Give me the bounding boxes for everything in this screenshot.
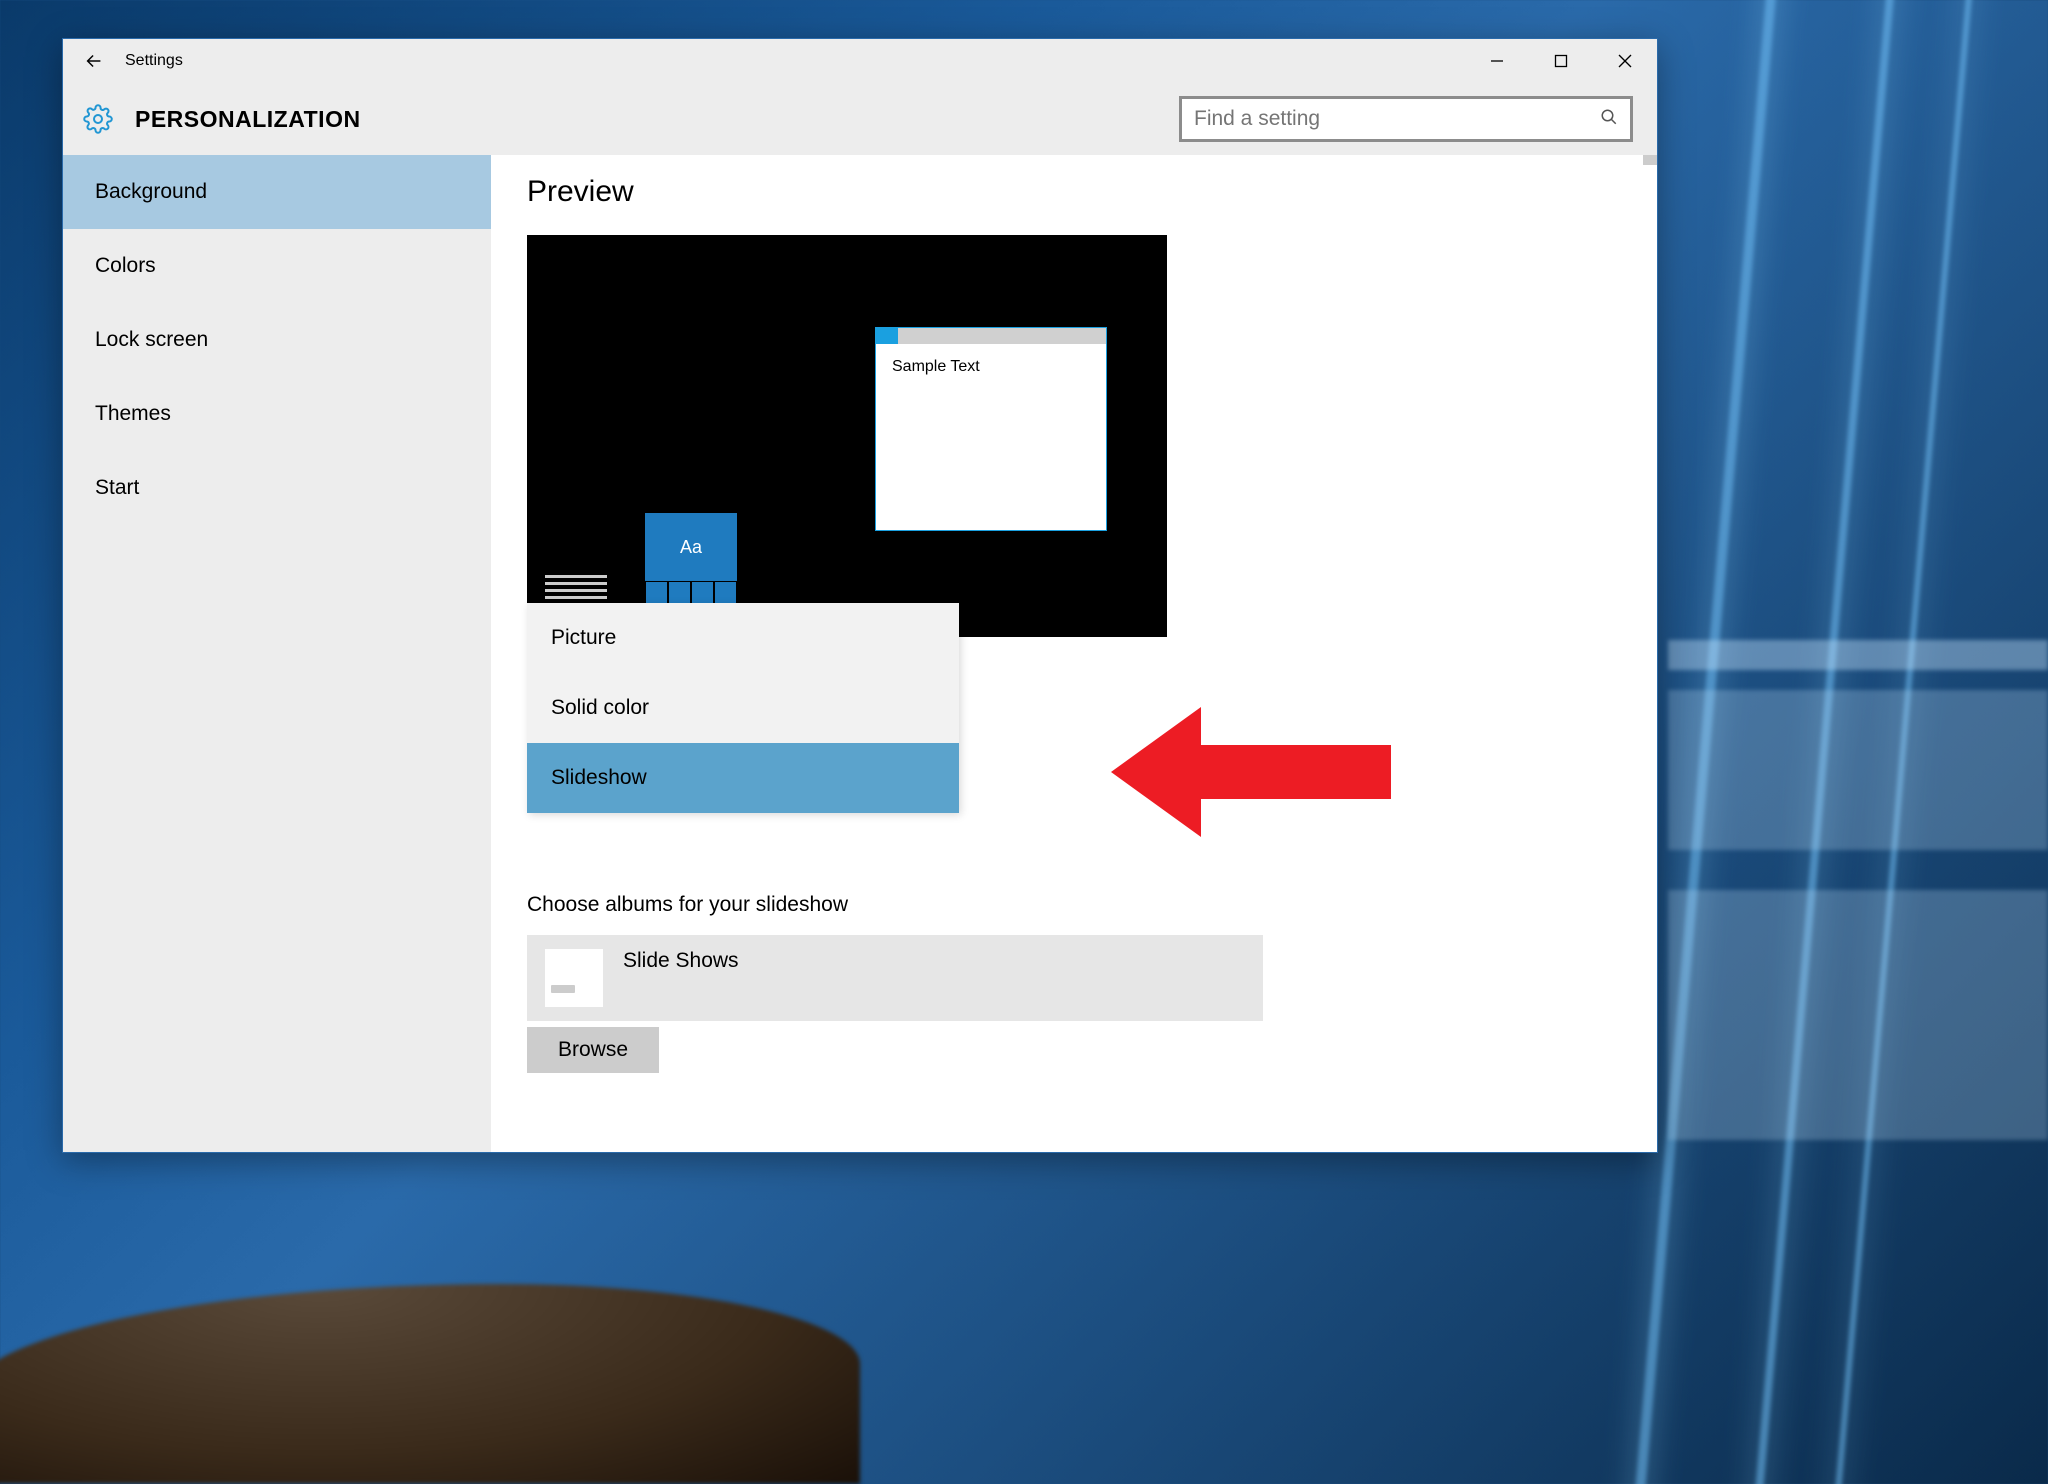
desktop-preview: Aa Sample Text <box>527 235 1167 637</box>
wallpaper-rock <box>0 1284 860 1484</box>
preview-heading: Preview <box>527 175 1621 209</box>
sidebar-item-start[interactable]: Start <box>63 451 491 525</box>
sidebar-item-themes[interactable]: Themes <box>63 377 491 451</box>
wallpaper-shelf <box>1668 690 2048 850</box>
search-input[interactable] <box>1194 107 1600 131</box>
option-label: Picture <box>551 626 616 650</box>
content-pane: Preview Aa Sample Text Picture <box>491 155 1657 1152</box>
header: PERSONALIZATION <box>63 83 1657 155</box>
browse-button[interactable]: Browse <box>527 1027 659 1073</box>
minimize-button[interactable] <box>1465 39 1529 83</box>
button-label: Browse <box>558 1038 628 1061</box>
close-button[interactable] <box>1593 39 1657 83</box>
dropdown-option-picture[interactable]: Picture <box>527 603 959 673</box>
dropdown-option-slideshow[interactable]: Slideshow <box>527 743 959 813</box>
option-label: Solid color <box>551 696 649 720</box>
sidebar-item-label: Background <box>95 180 207 204</box>
annotation-arrow-icon <box>1111 697 1411 847</box>
settings-window: Settings PERSONALIZATION <box>62 38 1658 1153</box>
folder-icon <box>545 949 603 1007</box>
background-type-dropdown: Picture Solid color Slideshow <box>527 603 959 813</box>
window-title: Settings <box>125 52 183 70</box>
sidebar: Background Colors Lock screen Themes Sta… <box>63 155 491 1152</box>
album-section-label: Choose albums for your slideshow <box>527 893 1621 917</box>
back-button[interactable] <box>63 39 125 83</box>
option-label: Slideshow <box>551 766 647 790</box>
body: Background Colors Lock screen Themes Sta… <box>63 155 1657 1152</box>
titlebar: Settings <box>63 39 1657 83</box>
wallpaper-shelf <box>1668 640 2048 670</box>
album-name: Slide Shows <box>623 949 739 973</box>
sidebar-item-label: Start <box>95 476 139 500</box>
search-box[interactable] <box>1179 96 1633 142</box>
search-icon <box>1600 108 1618 131</box>
preview-sample-window: Sample Text <box>875 327 1107 531</box>
dropdown-option-solid-color[interactable]: Solid color <box>527 673 959 743</box>
sidebar-item-label: Lock screen <box>95 328 208 352</box>
preview-aa-tile: Aa <box>645 513 737 581</box>
album-item[interactable]: Slide Shows <box>527 935 1263 1021</box>
wallpaper-shelf <box>1668 890 2048 1140</box>
sidebar-item-label: Colors <box>95 254 156 278</box>
category-title: PERSONALIZATION <box>135 106 361 133</box>
sidebar-item-lock-screen[interactable]: Lock screen <box>63 303 491 377</box>
maximize-button[interactable] <box>1529 39 1593 83</box>
gear-icon <box>83 104 113 134</box>
preview-sample-text: Sample Text <box>876 344 1106 390</box>
sidebar-item-label: Themes <box>95 402 171 426</box>
sidebar-item-colors[interactable]: Colors <box>63 229 491 303</box>
scrollbar-track[interactable] <box>1643 155 1657 165</box>
sidebar-item-background[interactable]: Background <box>63 155 491 229</box>
